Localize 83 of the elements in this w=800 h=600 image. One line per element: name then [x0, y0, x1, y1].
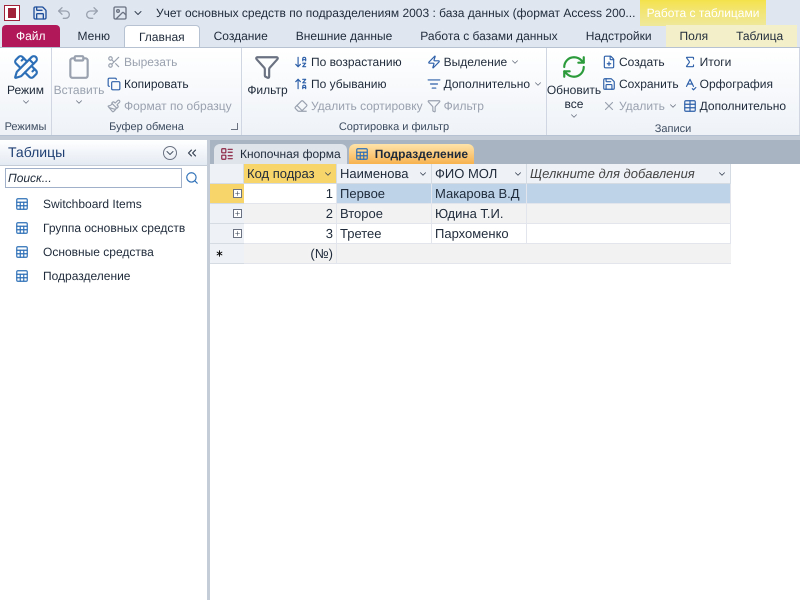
ribbon-large-button[interactable]: Режим — [3, 52, 48, 119]
group-label: Режимы — [4, 120, 46, 135]
ribbon-button[interactable]: Выделение — [426, 52, 543, 71]
new-record-icon — [214, 248, 225, 259]
save-icon[interactable] — [32, 5, 48, 21]
table-cell: (№) — [244, 244, 337, 264]
search-field[interactable]: Поиск... — [5, 168, 182, 188]
document-tab[interactable]: Подразделение — [348, 144, 474, 164]
ribbon-tab[interactable]: Файл — [2, 25, 60, 47]
brush-icon — [107, 98, 121, 112]
table-cell: 2 — [244, 204, 337, 224]
ribbon-button[interactable]: Орфография — [682, 74, 786, 93]
ribbon-button[interactable]: Дополнительно — [426, 74, 543, 93]
column-header[interactable]: Щелкните для добавления — [527, 164, 731, 184]
row-selector[interactable] — [210, 224, 244, 244]
window-title: Учет основных средств по подразделениям 2003 : база данных (формат Access 200... — [156, 5, 636, 22]
nav-item[interactable]: Группа основных средств — [0, 216, 207, 240]
funnel-icon — [254, 54, 280, 80]
dialog-launcher-icon[interactable] — [231, 123, 238, 130]
table-cell: Макарова В.Д — [432, 184, 527, 204]
nav-item[interactable]: Основные средства — [0, 240, 207, 264]
table-cell: Юдина Т.И. — [432, 204, 527, 224]
ribbon-button[interactable]: По возрастанию — [294, 52, 423, 71]
ribbon-tab[interactable]: Главная — [124, 25, 200, 47]
search-icon[interactable] — [185, 171, 199, 185]
sort-ascending-icon — [294, 54, 308, 68]
ribbon-tab[interactable]: Внешние данные — [282, 25, 406, 47]
ribbon-button[interactable]: Создать — [602, 52, 679, 71]
column-header[interactable]: ФИО МОЛ — [432, 164, 527, 184]
column-header[interactable]: Код подраз — [244, 164, 337, 184]
table-cell: Пархоменко — [432, 224, 527, 244]
pencil-ruler-icon — [12, 54, 38, 80]
scissors-icon — [107, 54, 121, 68]
nav-item[interactable]: Подразделение — [0, 264, 207, 288]
filter-list-icon — [426, 76, 441, 90]
table-cell: 3 — [244, 224, 337, 244]
ribbon-tab[interactable]: Поля — [666, 25, 722, 47]
ribbon-button[interactable]: Сохранить — [602, 74, 679, 93]
copy-icon — [107, 76, 121, 90]
sort-descending-icon — [294, 76, 308, 90]
table-icon — [354, 147, 369, 161]
pane-title: Таблицы — [8, 143, 66, 162]
row-selector[interactable] — [210, 184, 244, 204]
expand-icon[interactable] — [233, 229, 242, 238]
table-cell: Второе — [337, 204, 432, 224]
group-label: Записи — [654, 122, 692, 135]
table-icon — [15, 221, 29, 235]
refresh-icon — [561, 54, 587, 80]
ribbon-button[interactable]: Копировать — [107, 74, 232, 93]
expand-icon[interactable] — [233, 189, 242, 198]
picture-icon[interactable] — [112, 5, 128, 21]
form-icon — [220, 147, 234, 161]
eraser-icon — [294, 98, 308, 112]
table-cell: Первое — [337, 184, 432, 204]
dropdown-icon[interactable] — [163, 146, 177, 160]
table-icon — [682, 98, 697, 112]
new-record-icon — [602, 54, 616, 68]
table-cell: 1 — [244, 184, 337, 204]
table-icon — [15, 269, 29, 283]
ribbon-tab[interactable]: Работа с базами данных — [406, 25, 572, 47]
save-icon — [602, 76, 616, 90]
ribbon-button[interactable]: Дополнительно — [682, 96, 786, 115]
ribbon-tab[interactable]: Надстройки — [572, 25, 666, 47]
ribbon-button[interactable]: По убыванию — [294, 74, 423, 93]
table-cell: Третее — [337, 224, 432, 244]
ribbon-tab[interactable]: Таблица — [722, 25, 798, 47]
ribbon-tab[interactable]: Создание — [200, 25, 282, 47]
expand-icon[interactable] — [233, 209, 242, 218]
table-icon — [15, 245, 29, 259]
lightning-icon — [426, 54, 441, 68]
nav-item[interactable]: Switchboard Items — [0, 192, 207, 216]
document-tab[interactable]: Кнопочная форма — [214, 144, 347, 164]
funnel-icon — [426, 98, 441, 112]
row-selector[interactable] — [210, 204, 244, 224]
app-logo-icon — [4, 5, 20, 21]
ribbon-large-button[interactable]: Фильтр — [245, 52, 290, 119]
ribbon-tab[interactable]: Меню — [64, 25, 124, 47]
context-tab-group: Работа с таблицами — [640, 0, 766, 26]
ribbon-button[interactable]: Итоги — [682, 52, 786, 71]
column-header[interactable]: Наименова — [337, 164, 432, 184]
table-icon — [15, 197, 29, 211]
group-label: Сортировка и фильтр — [338, 120, 450, 135]
group-label: Буфер обмена — [109, 120, 184, 135]
